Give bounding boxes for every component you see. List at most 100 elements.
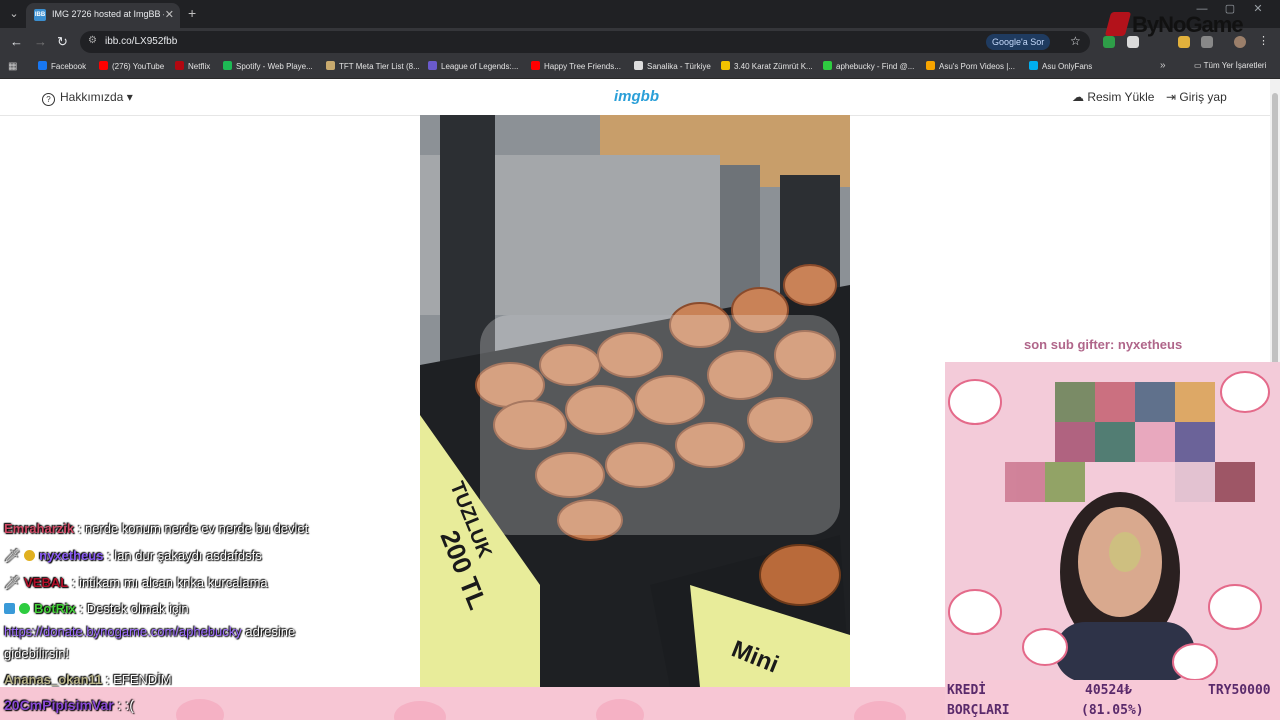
menu-icon[interactable]: ⋮ xyxy=(1258,34,1270,47)
sanalika-icon xyxy=(634,61,643,70)
bookmark-youtube[interactable]: (276) YouTube xyxy=(99,61,164,73)
chat-text: : intikam mı alcan knka kurcalama xyxy=(71,575,268,590)
league-icon xyxy=(428,61,437,70)
bookmark-sanalika[interactable]: Sanalika - Türkiye xyxy=(634,61,711,73)
more-bookmarks-icon[interactable]: » xyxy=(1160,60,1166,71)
credit-label: KREDİ xyxy=(947,683,987,698)
chat-text: adresine xyxy=(241,624,296,639)
all-bookmarks-label: Tüm Yer İşaretleri xyxy=(1203,61,1267,70)
hello-kitty-banner xyxy=(0,687,945,725)
login-icon: ⇥ xyxy=(1166,90,1177,104)
chat-text: gidebilirsin! xyxy=(4,646,70,661)
login-button[interactable]: ⇥ Giriş yap xyxy=(1166,90,1227,104)
active-tab[interactable]: IBB IMG 2726 hosted at ImgBB — I ✕ xyxy=(26,3,180,28)
spotify-icon xyxy=(223,61,232,70)
debt-label: BORÇLARI xyxy=(947,703,1010,718)
bookmark-label: 3.40 Karat Zümrüt K... xyxy=(734,62,813,71)
chat-username: VEBAL xyxy=(24,575,69,590)
bookmark-asu-onlyfans[interactable]: Asu OnlyFans xyxy=(1029,61,1092,73)
photo-illustration: TUZLUK 200 TL Mini xyxy=(420,115,850,687)
bookmark-label: aphebucky - Find @... xyxy=(836,62,915,71)
bookmark-facebook[interactable]: Facebook xyxy=(38,61,86,73)
bookmark-star-icon[interactable]: ☆ xyxy=(1070,34,1081,48)
chat-message: Emraharzik : nerde konum nerde ev nerde … xyxy=(4,521,308,536)
bookmark-label: Facebook xyxy=(51,62,87,71)
about-label: Hakkımızda xyxy=(60,90,124,104)
chat-text: : EFENDİM xyxy=(105,672,172,687)
tab-close-icon[interactable]: ✕ xyxy=(165,8,174,21)
close-window-icon[interactable]: ✕ xyxy=(1244,2,1272,15)
browser-toolbar: ← → ↻ ⚙ ibb.co/LX952fbb Google'a Sor ☆ ⋮ xyxy=(0,28,1280,56)
bookmark-spotify[interactable]: Spotify - Web Playe... xyxy=(223,61,313,73)
bookmark-lol[interactable]: League of Legends:... xyxy=(428,61,518,73)
chat-message: 🗡 nyxetheus : lan dur şakaydı asdafdsfs xyxy=(4,548,262,564)
sword-badge-icon: 🗡 xyxy=(4,575,21,590)
facebook-icon xyxy=(38,61,47,70)
chat-message: Ananas_okan11 : EFENDİM xyxy=(4,672,172,687)
bookmark-label: Spotify - Web Playe... xyxy=(236,62,313,71)
bookmark-label: Asu's Porn Videos |... xyxy=(939,62,1015,71)
google-ask-button[interactable]: Google'a Sor xyxy=(986,34,1051,50)
chat-username: nyxetheus xyxy=(39,548,104,563)
gem-icon xyxy=(721,61,730,70)
bookmark-tft[interactable]: TFT Meta Tier List (8... xyxy=(326,61,420,73)
webcam-illustration xyxy=(945,362,1280,680)
bookmark-netflix[interactable]: Netflix xyxy=(175,61,210,73)
imgbb-favicon: IBB xyxy=(34,9,46,21)
credit-value: 40524₺ xyxy=(1085,683,1132,698)
login-label: Giriş yap xyxy=(1179,90,1227,104)
chat-message: https://donate.bynogame.com/aphebucky ad… xyxy=(4,624,295,639)
chat-text: : lan dur şakaydı asdafdsfs xyxy=(107,548,262,563)
donate-link[interactable]: https://donate.bynogame.com/aphebucky xyxy=(4,624,242,639)
linktree-icon xyxy=(823,61,832,70)
chat-username: Ananas_okan11 xyxy=(4,672,103,687)
onlyfans-icon xyxy=(1029,61,1038,70)
bookmark-aphebucky[interactable]: aphebucky - Find @... xyxy=(823,61,914,73)
site-info-icon[interactable]: ⚙ xyxy=(88,35,97,46)
bookmark-label: League of Legends:... xyxy=(441,62,519,71)
about-menu[interactable]: ? Hakkımızda ▾ xyxy=(42,90,133,106)
debt-percent: (81.05%) xyxy=(1081,703,1144,718)
bookmark-asu-videos[interactable]: Asu's Porn Videos |... xyxy=(926,61,1015,73)
chat-text: : :( xyxy=(117,697,134,713)
all-bookmarks[interactable]: ▭ Tüm Yer İşaretleri xyxy=(1194,61,1266,70)
chat-username: Emraharzik xyxy=(4,521,75,536)
browser-tab-strip: ⌄ IBB IMG 2726 hosted at ImgBB — I ✕ + —… xyxy=(0,0,1280,28)
bookmark-label: (276) YouTube xyxy=(112,62,165,71)
imgbb-logo[interactable]: imgbb xyxy=(614,88,659,105)
back-icon[interactable]: ← xyxy=(10,34,23,49)
sword-badge-icon: 🗡 xyxy=(4,548,21,563)
tab-title: IMG 2726 hosted at ImgBB — I xyxy=(52,9,164,19)
hosted-photo: TUZLUK 200 TL Mini xyxy=(420,115,850,687)
sub-gifter-label: son sub gifter: nyxetheus xyxy=(1024,337,1183,352)
verified-badge-icon xyxy=(19,603,30,614)
upload-label: Resim Yükle xyxy=(1087,90,1155,104)
youtube-icon xyxy=(531,61,540,70)
upload-button[interactable]: ☁ Resim Yükle xyxy=(1072,90,1154,104)
new-tab-icon[interactable]: + xyxy=(188,5,196,21)
chat-message: 🗡 VEBAL : intikam mı alcan knka kurcalam… xyxy=(4,575,268,591)
site-header: ? Hakkımızda ▾ imgbb ☁ Resim Yükle ⇥ Giri… xyxy=(0,79,1270,116)
bookmarks-bar: ▦ Facebook (276) YouTube Netflix Spotify… xyxy=(0,56,1280,79)
tft-icon xyxy=(326,61,335,70)
chat-message: gidebilirsin! xyxy=(4,646,69,661)
youtube-icon xyxy=(99,61,108,70)
question-icon: ? xyxy=(42,93,55,106)
chat-username: 20CmPipisimVar xyxy=(4,697,114,713)
bookmark-zumrut[interactable]: 3.40 Karat Zümrüt K... xyxy=(721,61,813,73)
reload-icon[interactable]: ↻ xyxy=(57,34,68,50)
coin-badge-icon xyxy=(24,550,36,561)
address-bar[interactable]: ⚙ ibb.co/LX952fbb Google'a Sor ☆ xyxy=(80,31,1090,53)
bynogame-mark-icon xyxy=(1104,12,1132,36)
chat-message: 20CmPipisimVar : :( xyxy=(4,697,134,713)
chat-text: : nerde konum nerde ev nerde bu devlet xyxy=(77,521,309,536)
credit-goal: TRY50000 xyxy=(1208,683,1271,698)
tab-search-icon[interactable]: ⌄ xyxy=(4,4,24,24)
forward-icon[interactable]: → xyxy=(34,34,47,49)
bynogame-logo: ByNoGame xyxy=(1104,12,1244,38)
bookmark-htf[interactable]: Happy Tree Friends... xyxy=(531,61,621,73)
cloud-upload-icon: ☁ xyxy=(1072,90,1084,104)
bookmark-label: Sanalika - Türkiye xyxy=(647,62,711,71)
url-text: ibb.co/LX952fbb xyxy=(105,36,178,47)
apps-grid-icon[interactable]: ▦ xyxy=(8,61,17,72)
